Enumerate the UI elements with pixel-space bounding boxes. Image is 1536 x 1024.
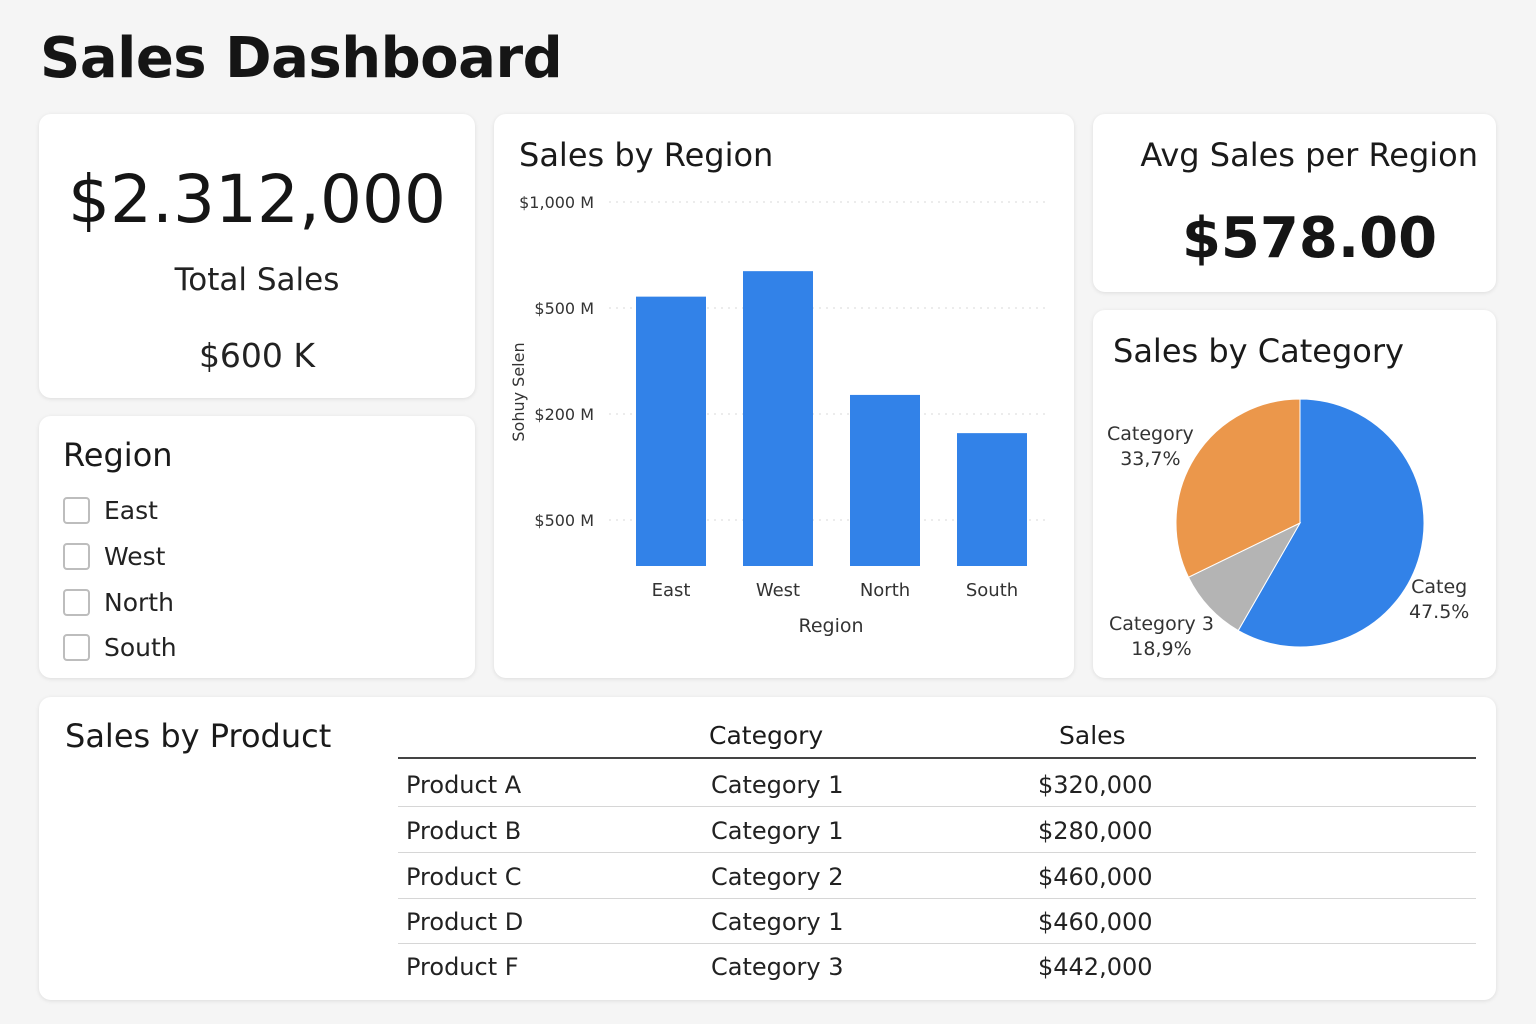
sales-cell: $460,000 (1038, 863, 1153, 891)
category-cell: Category 2 (711, 863, 844, 891)
slice-name: Categ (1411, 576, 1468, 598)
sales-cell: $460,000 (1038, 908, 1153, 936)
region-option-label: West (104, 542, 166, 571)
y-tick-label: $200 M (534, 405, 594, 424)
bar-north[interactable] (850, 394, 920, 566)
bar-west[interactable] (743, 271, 813, 566)
slice-name: Category (1107, 423, 1194, 445)
column-header-sales[interactable]: Sales (1059, 721, 1126, 750)
total-sales-label: Total Sales (174, 262, 340, 298)
category-cell: Category 1 (711, 817, 844, 845)
column-header-category[interactable]: Category (709, 721, 823, 750)
x-tick-label: East (652, 580, 691, 601)
x-axis-label: Region (798, 615, 863, 637)
sales-by-region-chart: $1,000 M $500 M $200 M $500 M Sohuy Selen Eas… (509, 193, 1046, 637)
table-row[interactable]: Product B Category 1 $280,000 (398, 807, 1476, 853)
total-sales-value: $2.312,000 (68, 161, 446, 238)
header-divider (398, 757, 1476, 759)
avg-sales-title: Avg Sales per Region (1140, 136, 1478, 174)
x-tick-label: North (860, 580, 910, 601)
sales-by-product-card: Sales by Product Category Sales Product … (39, 697, 1496, 1000)
category-cell: Category 1 (711, 908, 844, 936)
page-title: Sales Dashboard (40, 26, 563, 91)
product-cell: Product B (406, 817, 522, 845)
slice-name: Category 3 (1109, 613, 1214, 635)
y-axis-label: Sohuy Selen (509, 342, 528, 441)
sales-cell: $280,000 (1038, 817, 1153, 845)
table-row[interactable]: Product C Category 2 $460,000 (398, 853, 1476, 899)
product-cell: Product A (406, 771, 522, 799)
x-tick-label: South (966, 580, 1018, 601)
y-tick-label: $500 M (534, 511, 594, 530)
bar-east[interactable] (636, 296, 706, 566)
product-cell: Product C (406, 863, 522, 891)
pie-label-orange: Category 33,7% (1107, 422, 1194, 472)
category-cell: Category 3 (711, 953, 844, 981)
checkbox[interactable] (63, 589, 90, 616)
checkbox[interactable] (63, 543, 90, 570)
sales-cell: $442,000 (1038, 953, 1153, 981)
secondary-sales-value: $600 K (198, 336, 316, 375)
region-filter-title: Region (63, 436, 173, 474)
table-row[interactable]: Product D Category 1 $460,000 (398, 898, 1476, 944)
sales-by-category-card: Sales by Category Category 33,7% Categ 4… (1093, 310, 1496, 678)
slice-percent: 18,9% (1131, 638, 1192, 660)
category-cell: Category 1 (711, 771, 844, 799)
product-cell: Product D (406, 908, 524, 936)
region-option-south[interactable]: South (63, 633, 177, 662)
region-option-label: East (104, 496, 158, 525)
total-sales-card: $2.312,000 Total Sales $600 K (39, 114, 475, 398)
region-option-east[interactable]: East (63, 496, 158, 525)
bar-south[interactable] (957, 433, 1027, 566)
sales-by-region-card: $1,000 M $500 M $200 M $500 M Sohuy Selen Eas… (494, 114, 1074, 678)
region-option-label: South (104, 633, 177, 662)
region-option-north[interactable]: North (63, 588, 174, 617)
avg-sales-value: $578.00 (1181, 206, 1438, 271)
region-option-label: North (104, 588, 174, 617)
table-row[interactable]: Product A Category 1 $320,000 (398, 761, 1476, 807)
region-filter-card: Region East West North South (39, 416, 475, 678)
checkbox[interactable] (63, 497, 90, 524)
y-tick-label: $1,000 M (519, 193, 594, 212)
sales-cell: $320,000 (1038, 771, 1153, 799)
slice-percent: 47.5% (1409, 601, 1470, 623)
table-row[interactable]: Product F Category 3 $442,000 (398, 943, 1476, 989)
bar-chart-title: Sales by Region (519, 136, 774, 174)
pie-label-blue: Categ 47.5% (1409, 575, 1469, 625)
x-tick-label: West (756, 580, 800, 601)
y-tick-label: $500 M (534, 299, 594, 318)
region-option-west[interactable]: West (63, 542, 165, 571)
checkbox[interactable] (63, 634, 90, 661)
pie-label-gray: Category 3 18,9% (1109, 612, 1214, 662)
slice-percent: 33,7% (1120, 448, 1181, 470)
product-table-title: Sales by Product (65, 717, 332, 755)
product-cell: Product F (406, 953, 519, 981)
avg-sales-card: Avg Sales per Region $578.00 (1093, 114, 1496, 292)
